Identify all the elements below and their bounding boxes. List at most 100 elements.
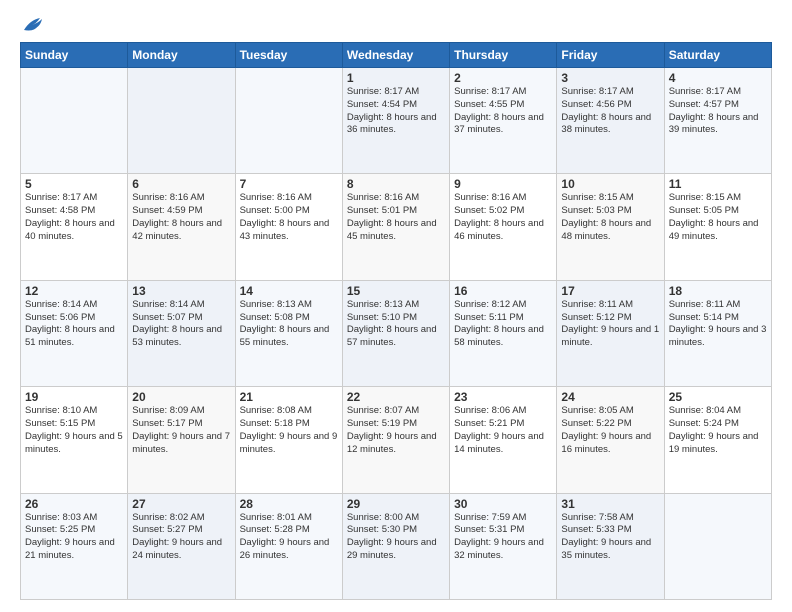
calendar-cell — [235, 68, 342, 174]
calendar-cell: 13Sunrise: 8:14 AM Sunset: 5:07 PM Dayli… — [128, 280, 235, 386]
day-info: Sunrise: 8:02 AM Sunset: 5:27 PM Dayligh… — [132, 512, 230, 563]
week-row-3: 12Sunrise: 8:14 AM Sunset: 5:06 PM Dayli… — [21, 280, 772, 386]
calendar-cell: 25Sunrise: 8:04 AM Sunset: 5:24 PM Dayli… — [664, 387, 771, 493]
calendar-cell: 23Sunrise: 8:06 AM Sunset: 5:21 PM Dayli… — [450, 387, 557, 493]
day-info: Sunrise: 8:12 AM Sunset: 5:11 PM Dayligh… — [454, 299, 552, 350]
day-number: 27 — [132, 497, 230, 511]
calendar-table: SundayMondayTuesdayWednesdayThursdayFrid… — [20, 42, 772, 600]
day-number: 20 — [132, 390, 230, 404]
day-info: Sunrise: 8:16 AM Sunset: 5:01 PM Dayligh… — [347, 192, 445, 243]
day-header-sunday: Sunday — [21, 43, 128, 68]
day-info: Sunrise: 8:11 AM Sunset: 5:12 PM Dayligh… — [561, 299, 659, 350]
day-info: Sunrise: 8:15 AM Sunset: 5:03 PM Dayligh… — [561, 192, 659, 243]
day-info: Sunrise: 8:01 AM Sunset: 5:28 PM Dayligh… — [240, 512, 338, 563]
calendar-cell: 22Sunrise: 8:07 AM Sunset: 5:19 PM Dayli… — [342, 387, 449, 493]
day-number: 12 — [25, 284, 123, 298]
day-header-tuesday: Tuesday — [235, 43, 342, 68]
day-number: 24 — [561, 390, 659, 404]
calendar-cell: 14Sunrise: 8:13 AM Sunset: 5:08 PM Dayli… — [235, 280, 342, 386]
day-header-thursday: Thursday — [450, 43, 557, 68]
calendar-cell: 16Sunrise: 8:12 AM Sunset: 5:11 PM Dayli… — [450, 280, 557, 386]
calendar-cell — [664, 493, 771, 599]
day-info: Sunrise: 8:16 AM Sunset: 5:00 PM Dayligh… — [240, 192, 338, 243]
calendar-cell: 9Sunrise: 8:16 AM Sunset: 5:02 PM Daylig… — [450, 174, 557, 280]
day-number: 2 — [454, 71, 552, 85]
calendar-cell: 12Sunrise: 8:14 AM Sunset: 5:06 PM Dayli… — [21, 280, 128, 386]
week-row-1: 1Sunrise: 8:17 AM Sunset: 4:54 PM Daylig… — [21, 68, 772, 174]
header — [20, 16, 772, 34]
calendar-cell: 24Sunrise: 8:05 AM Sunset: 5:22 PM Dayli… — [557, 387, 664, 493]
calendar-cell: 17Sunrise: 8:11 AM Sunset: 5:12 PM Dayli… — [557, 280, 664, 386]
day-info: Sunrise: 7:59 AM Sunset: 5:31 PM Dayligh… — [454, 512, 552, 563]
calendar-cell: 29Sunrise: 8:00 AM Sunset: 5:30 PM Dayli… — [342, 493, 449, 599]
day-number: 9 — [454, 177, 552, 191]
week-row-5: 26Sunrise: 8:03 AM Sunset: 5:25 PM Dayli… — [21, 493, 772, 599]
week-row-2: 5Sunrise: 8:17 AM Sunset: 4:58 PM Daylig… — [21, 174, 772, 280]
day-header-saturday: Saturday — [664, 43, 771, 68]
day-number: 6 — [132, 177, 230, 191]
calendar-cell: 31Sunrise: 7:58 AM Sunset: 5:33 PM Dayli… — [557, 493, 664, 599]
day-info: Sunrise: 8:17 AM Sunset: 4:58 PM Dayligh… — [25, 192, 123, 243]
day-number: 13 — [132, 284, 230, 298]
day-number: 23 — [454, 390, 552, 404]
day-number: 21 — [240, 390, 338, 404]
day-number: 5 — [25, 177, 123, 191]
day-number: 18 — [669, 284, 767, 298]
day-info: Sunrise: 8:17 AM Sunset: 4:55 PM Dayligh… — [454, 86, 552, 137]
calendar-cell: 1Sunrise: 8:17 AM Sunset: 4:54 PM Daylig… — [342, 68, 449, 174]
day-info: Sunrise: 8:14 AM Sunset: 5:06 PM Dayligh… — [25, 299, 123, 350]
day-number: 22 — [347, 390, 445, 404]
day-info: Sunrise: 8:14 AM Sunset: 5:07 PM Dayligh… — [132, 299, 230, 350]
day-info: Sunrise: 8:13 AM Sunset: 5:08 PM Dayligh… — [240, 299, 338, 350]
day-info: Sunrise: 8:00 AM Sunset: 5:30 PM Dayligh… — [347, 512, 445, 563]
day-number: 3 — [561, 71, 659, 85]
page: SundayMondayTuesdayWednesdayThursdayFrid… — [0, 0, 792, 612]
calendar-cell: 2Sunrise: 8:17 AM Sunset: 4:55 PM Daylig… — [450, 68, 557, 174]
logo — [20, 16, 44, 34]
day-number: 15 — [347, 284, 445, 298]
day-info: Sunrise: 8:17 AM Sunset: 4:57 PM Dayligh… — [669, 86, 767, 137]
day-header-wednesday: Wednesday — [342, 43, 449, 68]
calendar-cell: 27Sunrise: 8:02 AM Sunset: 5:27 PM Dayli… — [128, 493, 235, 599]
calendar-cell: 18Sunrise: 8:11 AM Sunset: 5:14 PM Dayli… — [664, 280, 771, 386]
day-info: Sunrise: 8:10 AM Sunset: 5:15 PM Dayligh… — [25, 405, 123, 456]
day-info: Sunrise: 8:17 AM Sunset: 4:54 PM Dayligh… — [347, 86, 445, 137]
day-info: Sunrise: 8:16 AM Sunset: 4:59 PM Dayligh… — [132, 192, 230, 243]
day-number: 19 — [25, 390, 123, 404]
day-info: Sunrise: 8:15 AM Sunset: 5:05 PM Dayligh… — [669, 192, 767, 243]
logo-bird-icon — [22, 16, 44, 34]
calendar-cell: 11Sunrise: 8:15 AM Sunset: 5:05 PM Dayli… — [664, 174, 771, 280]
day-info: Sunrise: 8:13 AM Sunset: 5:10 PM Dayligh… — [347, 299, 445, 350]
day-number: 30 — [454, 497, 552, 511]
calendar-cell: 4Sunrise: 8:17 AM Sunset: 4:57 PM Daylig… — [664, 68, 771, 174]
day-number: 28 — [240, 497, 338, 511]
calendar-cell: 6Sunrise: 8:16 AM Sunset: 4:59 PM Daylig… — [128, 174, 235, 280]
day-info: Sunrise: 8:17 AM Sunset: 4:56 PM Dayligh… — [561, 86, 659, 137]
calendar-cell: 19Sunrise: 8:10 AM Sunset: 5:15 PM Dayli… — [21, 387, 128, 493]
week-row-4: 19Sunrise: 8:10 AM Sunset: 5:15 PM Dayli… — [21, 387, 772, 493]
calendar-cell: 20Sunrise: 8:09 AM Sunset: 5:17 PM Dayli… — [128, 387, 235, 493]
day-number: 16 — [454, 284, 552, 298]
calendar-cell: 8Sunrise: 8:16 AM Sunset: 5:01 PM Daylig… — [342, 174, 449, 280]
day-number: 8 — [347, 177, 445, 191]
day-number: 29 — [347, 497, 445, 511]
day-info: Sunrise: 8:09 AM Sunset: 5:17 PM Dayligh… — [132, 405, 230, 456]
day-number: 26 — [25, 497, 123, 511]
day-number: 4 — [669, 71, 767, 85]
day-info: Sunrise: 8:11 AM Sunset: 5:14 PM Dayligh… — [669, 299, 767, 350]
day-info: Sunrise: 7:58 AM Sunset: 5:33 PM Dayligh… — [561, 512, 659, 563]
day-header-friday: Friday — [557, 43, 664, 68]
day-number: 1 — [347, 71, 445, 85]
calendar-cell: 21Sunrise: 8:08 AM Sunset: 5:18 PM Dayli… — [235, 387, 342, 493]
day-info: Sunrise: 8:08 AM Sunset: 5:18 PM Dayligh… — [240, 405, 338, 456]
day-info: Sunrise: 8:07 AM Sunset: 5:19 PM Dayligh… — [347, 405, 445, 456]
calendar-cell: 15Sunrise: 8:13 AM Sunset: 5:10 PM Dayli… — [342, 280, 449, 386]
day-number: 14 — [240, 284, 338, 298]
day-number: 31 — [561, 497, 659, 511]
calendar-cell: 3Sunrise: 8:17 AM Sunset: 4:56 PM Daylig… — [557, 68, 664, 174]
calendar-cell — [21, 68, 128, 174]
calendar-cell: 7Sunrise: 8:16 AM Sunset: 5:00 PM Daylig… — [235, 174, 342, 280]
calendar-cell: 10Sunrise: 8:15 AM Sunset: 5:03 PM Dayli… — [557, 174, 664, 280]
calendar-cell: 5Sunrise: 8:17 AM Sunset: 4:58 PM Daylig… — [21, 174, 128, 280]
day-number: 11 — [669, 177, 767, 191]
